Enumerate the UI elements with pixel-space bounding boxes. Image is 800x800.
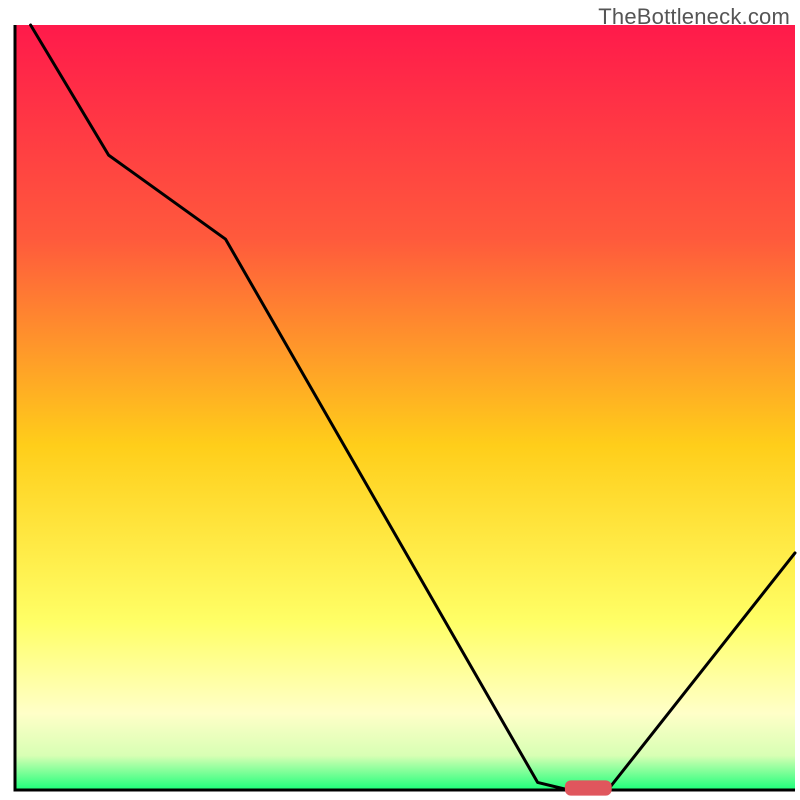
watermark-text: TheBottleneck.com: [598, 4, 790, 30]
optimal-marker: [565, 780, 612, 795]
plot-background: [15, 25, 795, 790]
chart-container: TheBottleneck.com: [0, 0, 800, 800]
chart-svg: [0, 0, 800, 800]
